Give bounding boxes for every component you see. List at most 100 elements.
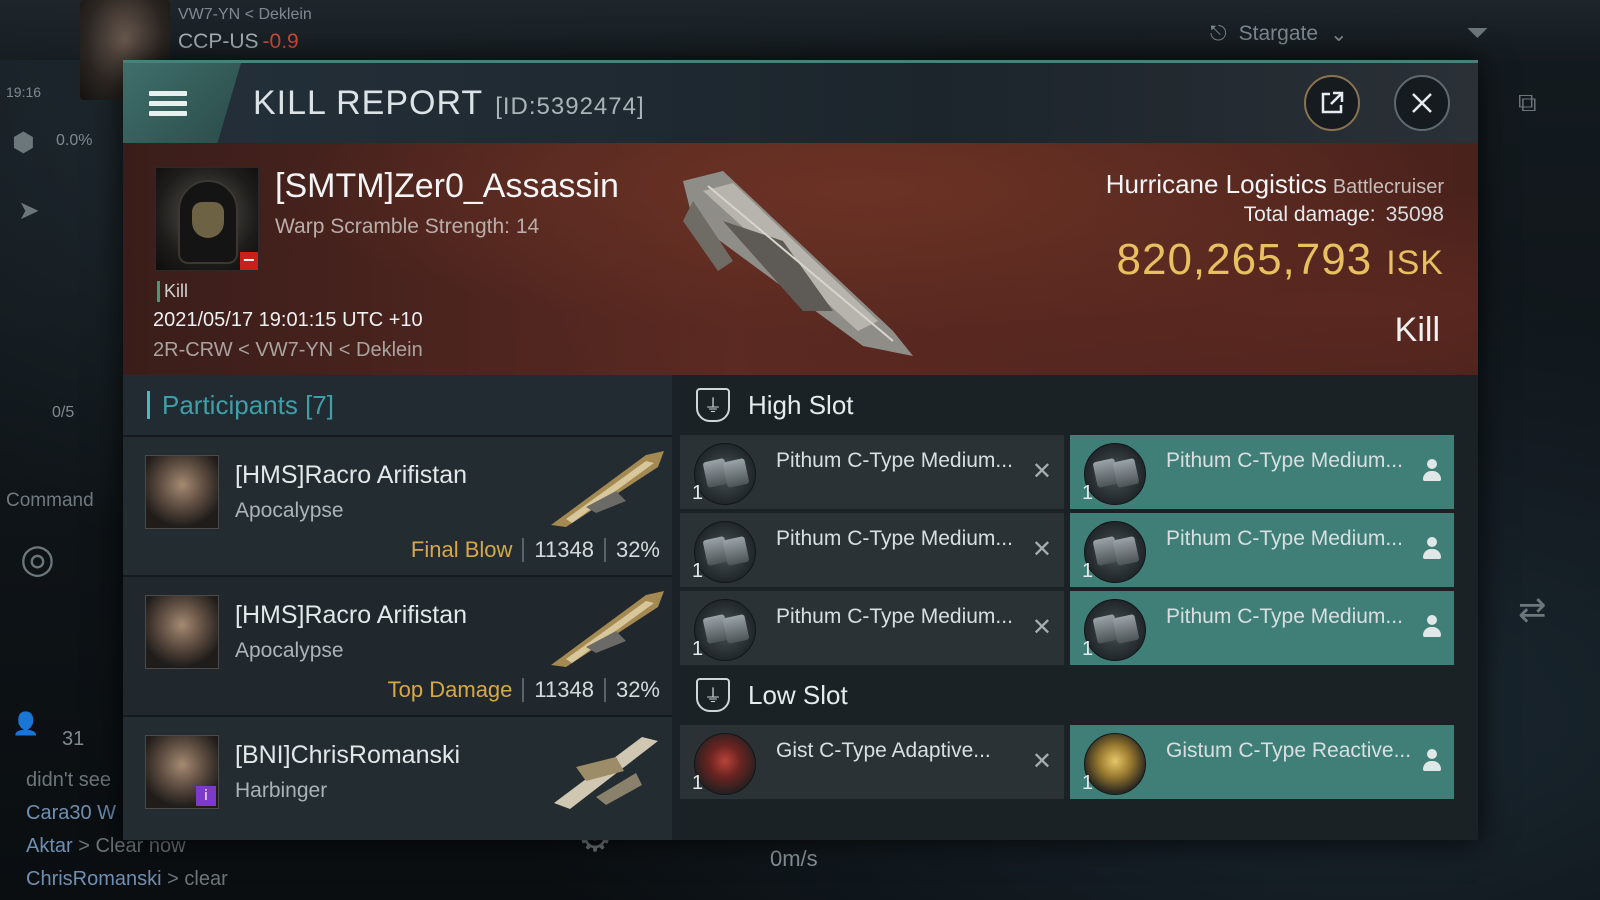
ship-name: Hurricane Logistics — [1105, 169, 1327, 199]
module-quantity: 1 — [692, 482, 704, 504]
low-slot-grid: 1 Gist C-Type Adaptive... ✕ 1 Gistum C-T… — [678, 725, 1478, 799]
participant-row[interactable]: [HMS]Racro Arifistan Apocalypse Top Dama… — [123, 575, 672, 715]
launcher-icon — [694, 521, 756, 583]
module-slot[interactable]: 1 Gist C-Type Adaptive... ✕ — [680, 725, 1064, 799]
participant-damage: 11348 — [534, 677, 594, 702]
dropped-person-icon — [1422, 749, 1442, 777]
kill-location[interactable]: 2R-CRW < VW7-YN < Deklein — [153, 339, 423, 362]
participant-row[interactable]: [HMS]Racro Arifistan Apocalypse Final Bl… — [123, 435, 672, 575]
target-icon[interactable]: ◎ — [20, 536, 55, 582]
kill-tag: Kill — [157, 281, 188, 302]
participant-percent: 32% — [615, 677, 660, 702]
module-slot[interactable]: 1 Pithum C-Type Medium... — [1070, 435, 1454, 509]
hamburger-icon — [149, 86, 187, 121]
victim-ship[interactable]: Hurricane Logistics Battlecruiser — [1106, 169, 1444, 200]
high-slot-grid: 1 Pithum C-Type Medium... ✕ 1 Pithum C-T… — [678, 435, 1478, 665]
hud-command-label[interactable]: Command — [6, 490, 94, 512]
hud-security-status: -0.9 — [262, 30, 299, 53]
module-name: Pithum C-Type Medium... — [1166, 527, 1403, 550]
avatar[interactable] — [145, 455, 219, 529]
dropped-person-icon — [1422, 459, 1442, 487]
swap-icon[interactable]: ⇄ — [1518, 590, 1547, 630]
warp-scramble-strength: Warp Scramble Strength: 14 — [275, 215, 540, 238]
launcher-icon — [1084, 521, 1146, 583]
menu-button[interactable] — [123, 63, 241, 143]
module-quantity: 1 — [1082, 560, 1094, 582]
filter-icon[interactable]: ⏷ — [1466, 16, 1488, 50]
victim-portrait[interactable]: − — [155, 167, 259, 271]
participant-role: Top Damage — [387, 677, 513, 702]
high-slot-header: ⏚ High Slot — [678, 375, 1478, 435]
module-name: Pithum C-Type Medium... — [1166, 449, 1403, 472]
participants-panel: Participants [7] [HMS]Racro Arifistan Ap… — [123, 375, 672, 840]
armor-red-icon — [694, 733, 756, 795]
total-damage: Total damage: 35098 — [1243, 203, 1444, 226]
kill-timestamp: 2021/05/17 19:01:15 UTC +10 — [153, 309, 423, 331]
chat-line: ChrisRomanski > clear — [26, 868, 228, 890]
participant-row[interactable]: i [BNI]ChrisRomanski Harbinger — [123, 715, 672, 840]
high-slot-icon: ⏚ — [696, 388, 730, 422]
victim-summary: − [SMTM]Zer0_Assassin Warp Scramble Stre… — [123, 143, 1478, 375]
participant-percent: 32% — [615, 537, 660, 562]
stargate-icon: ⎋ — [1210, 22, 1227, 45]
participant-ship-image — [551, 451, 664, 527]
ship-class: Battlecruiser — [1332, 176, 1444, 198]
module-name: Gist C-Type Adaptive... — [776, 739, 991, 762]
avatar[interactable]: i — [145, 735, 219, 809]
participant-ship: Harbinger — [235, 779, 328, 802]
module-name: Pithum C-Type Medium... — [776, 449, 1013, 472]
hud-fleet-fraction: 0/5 — [52, 404, 75, 421]
destroyed-x-icon: ✕ — [1031, 613, 1052, 641]
dropped-person-icon — [1422, 615, 1442, 643]
overview-icon[interactable]: ⧉ — [1518, 88, 1537, 119]
participant-ship: Apocalypse — [235, 499, 344, 522]
stargate-selector[interactable]: ⎋ Stargate ⌄ — [1210, 12, 1430, 56]
module-quantity: 1 — [692, 638, 704, 660]
kill-result: Kill — [1394, 311, 1440, 349]
participant-ship-image — [551, 591, 664, 667]
participant-damage: 11348 — [534, 537, 594, 562]
cargo-icon[interactable]: ⬢ — [12, 128, 35, 158]
launcher-icon — [694, 599, 756, 661]
module-quantity: 1 — [692, 560, 704, 582]
armor-gold-icon — [1084, 733, 1146, 795]
avatar[interactable] — [145, 595, 219, 669]
close-button[interactable] — [1394, 75, 1450, 131]
destroyed-x-icon: ✕ — [1031, 535, 1052, 563]
module-slot[interactable]: 1 Pithum C-Type Medium... — [1070, 513, 1454, 587]
navigate-icon[interactable]: ➤ — [18, 196, 40, 226]
destroyed-x-icon: ✕ — [1031, 457, 1052, 485]
hostile-badge-icon: − — [240, 252, 258, 270]
participant-name: [HMS]Racro Arifistan — [235, 461, 468, 489]
kill-report-window: KILL REPORT [ID:5392474] − [SMTM]Zer0_Ass… — [123, 60, 1478, 840]
info-badge-icon: i — [196, 786, 216, 806]
module-slot[interactable]: 1 Pithum C-Type Medium... — [1070, 591, 1454, 665]
window-titlebar: KILL REPORT [ID:5392474] — [123, 63, 1478, 143]
launcher-icon — [694, 443, 756, 505]
participant-name: [BNI]ChrisRomanski — [235, 741, 461, 769]
isk-value: 820,265,793 ISK — [1116, 235, 1444, 284]
destroyed-x-icon: ✕ — [1031, 747, 1052, 775]
module-slot[interactable]: 1 Pithum C-Type Medium... ✕ — [680, 435, 1064, 509]
share-button[interactable] — [1304, 75, 1360, 131]
launcher-icon — [1084, 599, 1146, 661]
stargate-label: Stargate — [1238, 22, 1319, 45]
module-quantity: 1 — [1082, 772, 1094, 794]
module-name: Pithum C-Type Medium... — [776, 527, 1013, 550]
module-quantity: 1 — [1082, 638, 1094, 660]
hud-server-name: CCP-US — [178, 30, 259, 53]
participants-header[interactable]: Participants [7] — [123, 375, 672, 435]
hud-server: CCP-US -0.9 — [178, 30, 299, 54]
module-slot[interactable]: 1 Pithum C-Type Medium... ✕ — [680, 513, 1064, 587]
module-name: Pithum C-Type Medium... — [776, 605, 1013, 628]
module-slot[interactable]: 1 Gistum C-Type Reactive... — [1070, 725, 1454, 799]
module-slot[interactable]: 1 Pithum C-Type Medium... ✕ — [680, 591, 1064, 665]
victim-ship-image — [683, 171, 913, 356]
participant-stats: Final Blow 11348 32% — [411, 537, 660, 563]
low-slot-header: ⏚ Low Slot — [678, 665, 1478, 725]
hud-clock: 19:16 — [6, 84, 42, 100]
victim-name[interactable]: [SMTM]Zer0_Assassin — [275, 167, 619, 206]
share-icon — [1321, 91, 1344, 114]
hud-cargo-percent: 0.0% — [56, 132, 93, 149]
participant-ship-image — [554, 737, 658, 809]
